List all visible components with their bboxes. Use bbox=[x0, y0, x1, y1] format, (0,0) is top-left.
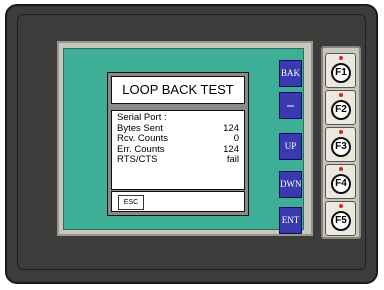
led-indicator bbox=[339, 204, 343, 208]
row-value: 0 bbox=[233, 133, 239, 144]
f2-key-label: F2 bbox=[331, 100, 351, 120]
dialog-footer: ESC bbox=[111, 191, 245, 212]
f4-key[interactable]: F4 bbox=[325, 164, 356, 199]
f3-key[interactable]: F3 bbox=[325, 127, 356, 162]
f3-key-label: F3 bbox=[331, 137, 351, 157]
enter-button[interactable]: ENT bbox=[279, 207, 302, 234]
row-value: fail bbox=[226, 154, 239, 165]
dialog-title: LOOP BACK TEST bbox=[111, 76, 245, 104]
f4-key-label: F4 bbox=[331, 174, 351, 194]
esc-button[interactable]: ESC bbox=[118, 195, 144, 210]
f5-key-label: F5 bbox=[331, 211, 351, 231]
row-label: RTS/CTS bbox=[117, 154, 158, 165]
bak-button[interactable]: BAK bbox=[279, 60, 302, 87]
dialog-body: Serial Port : Bytes Sent 124 Rcv. Counts… bbox=[111, 110, 245, 190]
row-label: Serial Port : bbox=[117, 112, 167, 123]
f2-key[interactable]: F2 bbox=[325, 90, 356, 125]
rcv-counts-row: Rcv. Counts 0 bbox=[117, 133, 239, 145]
down-button[interactable]: DWN bbox=[279, 171, 302, 198]
led-indicator bbox=[339, 93, 343, 97]
led-indicator bbox=[339, 167, 343, 171]
serial-port-row: Serial Port : bbox=[117, 112, 239, 124]
loop-back-test-dialog: LOOP BACK TEST Serial Port : Bytes Sent … bbox=[107, 72, 249, 216]
led-indicator bbox=[339, 56, 343, 60]
rts-cts-row: RTS/CTS fail bbox=[117, 154, 239, 166]
row-label: Rcv. Counts bbox=[117, 133, 169, 144]
minus-button[interactable]: – bbox=[279, 92, 302, 119]
f5-key[interactable]: F5 bbox=[325, 201, 356, 236]
f1-key-label: F1 bbox=[331, 63, 351, 83]
f1-key[interactable]: F1 bbox=[325, 53, 356, 88]
led-indicator bbox=[339, 130, 343, 134]
up-button[interactable]: UP bbox=[279, 133, 302, 160]
